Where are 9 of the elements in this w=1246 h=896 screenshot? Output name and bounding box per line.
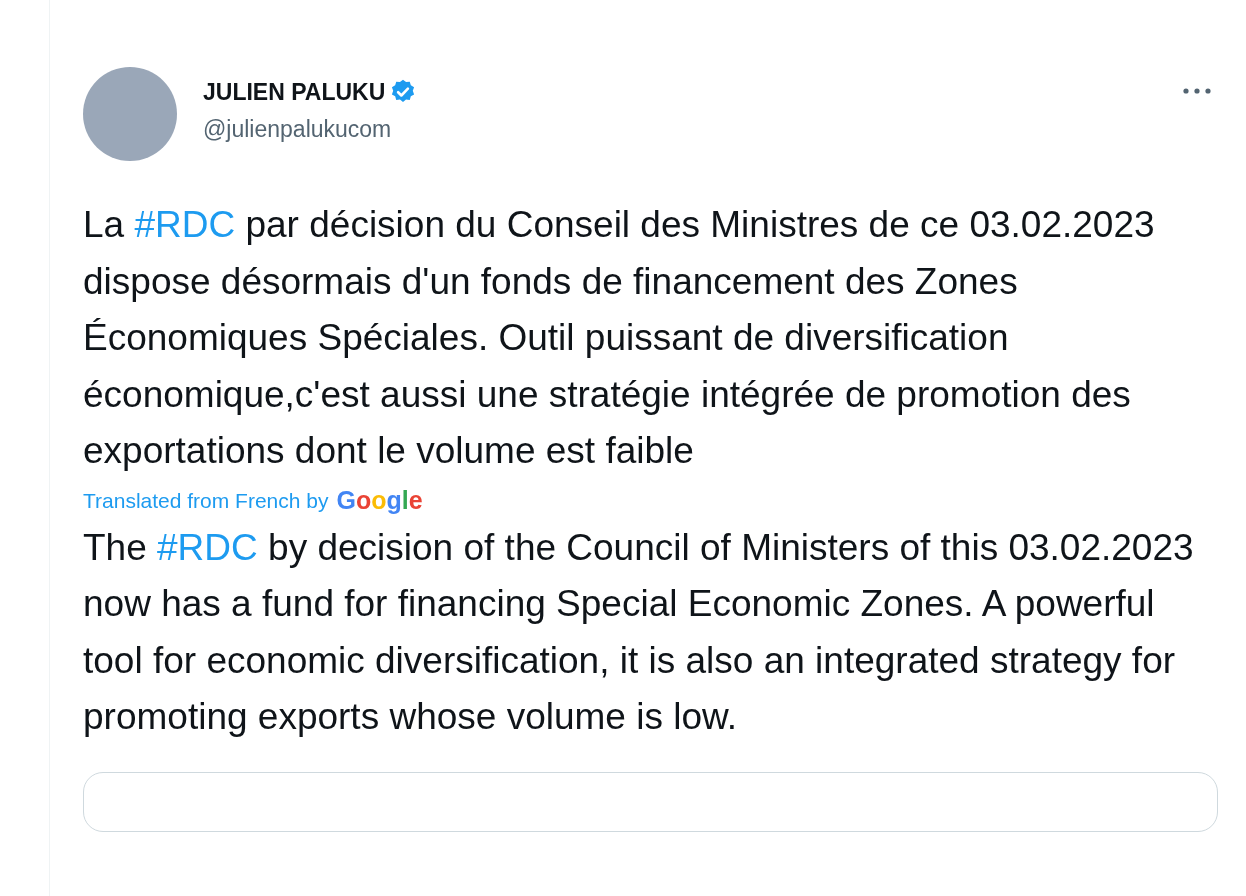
author-name[interactable]: JULIEN PALUKU	[203, 75, 386, 110]
google-logo: Google	[336, 484, 423, 516]
author-handle[interactable]: @julienpalukucom	[203, 111, 418, 146]
translated-text: The #RDC by decision of the Council of Ministers of this 03.02.2023 now has a fund for financing Special Economic Zones. A powerful tool for economic diversification, it is also an integrated strategy for promoting exports whose volume is low.	[83, 525, 1195, 739]
translation-link[interactable]: Translated from French by	[83, 484, 329, 517]
hashtag-link[interactable]: #RDC	[157, 526, 258, 568]
hashtag-link[interactable]: #RDC	[134, 204, 236, 245]
tweet-text: La #RDC par décision du Conseil des Ministres de ce 03.02.2023 dispose désormais d'un fonds de financement des Zones Économiques Spéciales. Outil puissant de diversification économique,c'est aussi une stratégie intégrée de promotion des exportations dont le volume est faible	[83, 203, 1156, 473]
more-options-icon[interactable]	[1182, 87, 1212, 95]
